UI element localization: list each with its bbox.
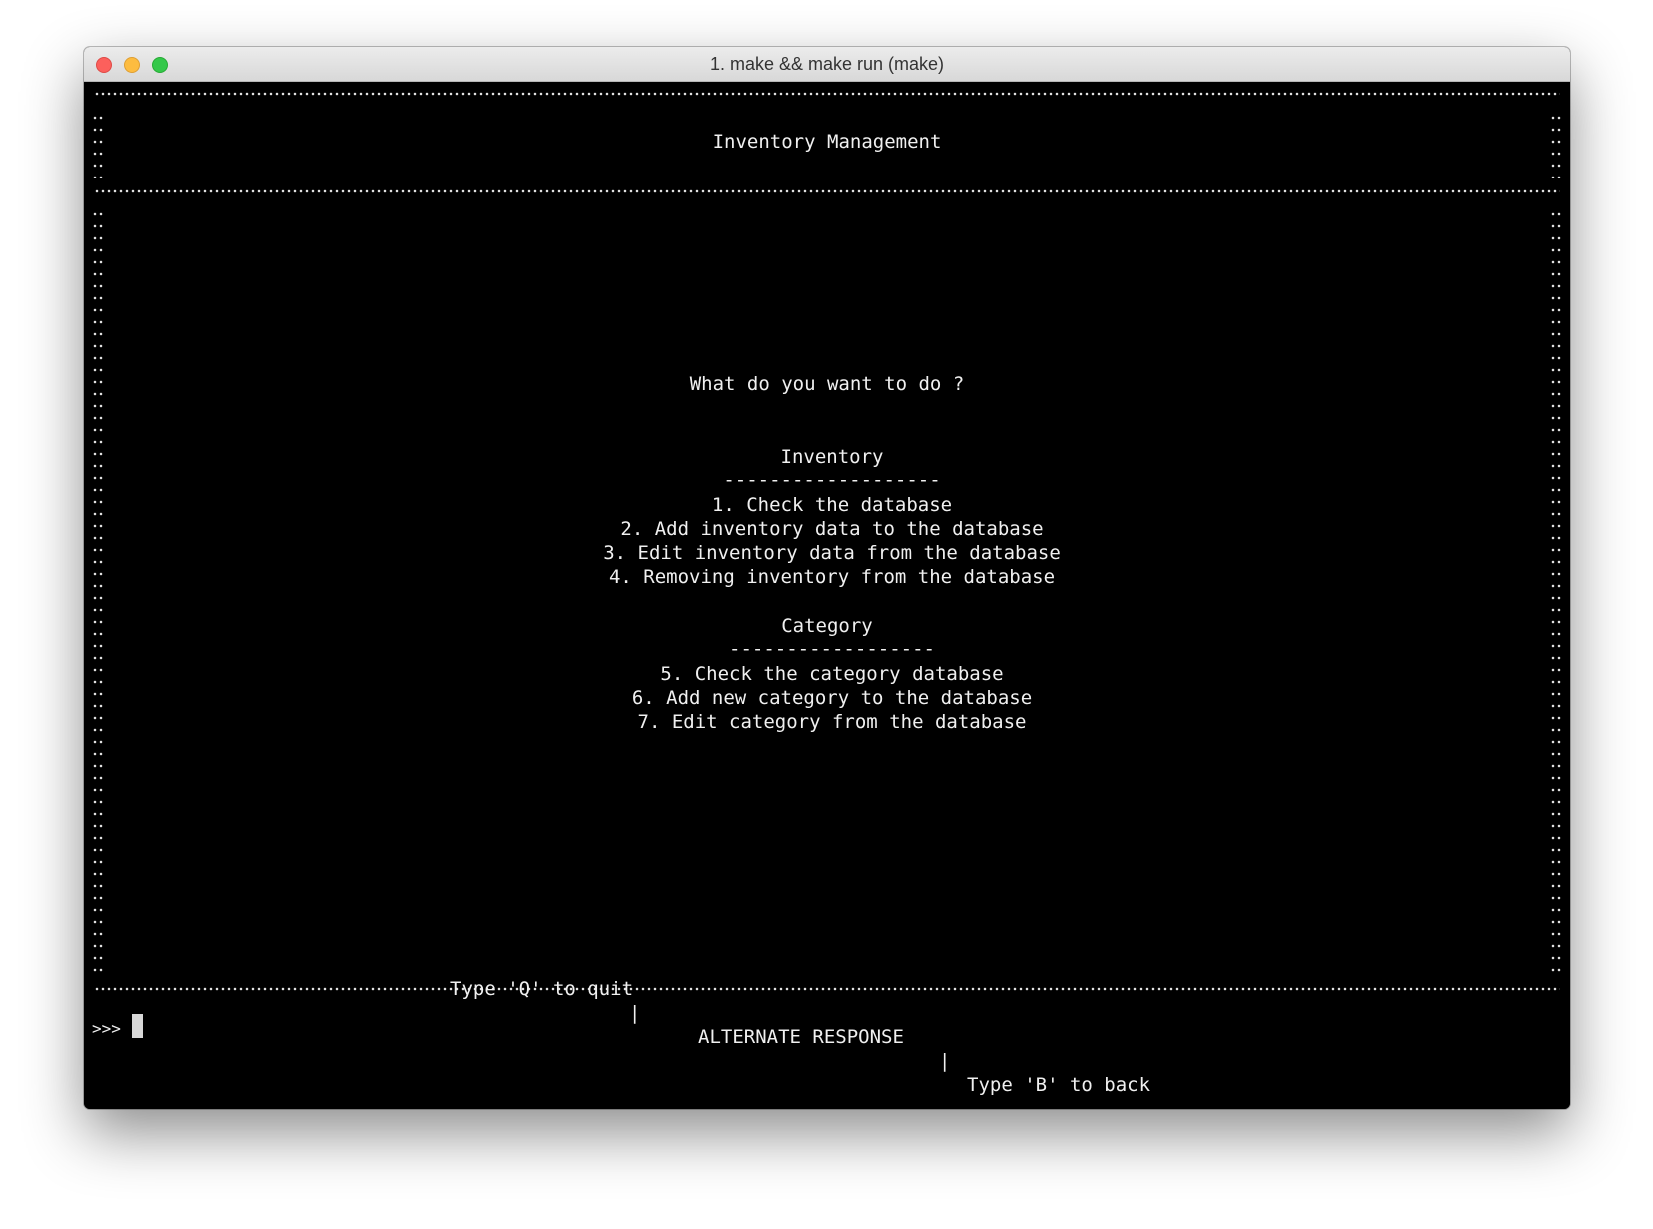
- inventory-heading: Inventory: [780, 446, 884, 468]
- bottom-border: [94, 986, 1560, 992]
- menu-item-add-inventory: 2. Add inventory data to the database: [620, 518, 1044, 540]
- top-border: [94, 91, 1560, 97]
- alternate-response-label: ALTERNATE RESPONSE: [698, 1026, 904, 1048]
- terminal-screen[interactable]: Inventory Management What do you want to…: [84, 82, 1570, 1109]
- command-prompt: >>>: [92, 1019, 121, 1038]
- right-border-body: [1550, 208, 1562, 978]
- menu-item-add-category: 6. Add new category to the database: [631, 687, 1033, 709]
- menu-item-edit-category: 7. Edit category from the database: [637, 711, 1027, 733]
- footer-separator: |: [629, 1002, 641, 1024]
- inventory-rule: -------------------: [723, 469, 941, 491]
- menu-item-remove-inventory: 4. Removing inventory from the database: [608, 566, 1056, 588]
- menu-question: What do you want to do ?: [689, 373, 965, 395]
- back-hint: Type 'B' to back: [967, 1074, 1151, 1096]
- quit-hint: Type 'Q' to quit: [450, 978, 634, 1000]
- window-title: 1. make && make run (make): [709, 54, 945, 74]
- left-border-body: [92, 208, 104, 978]
- app-header: Inventory Management: [712, 131, 942, 153]
- category-rule: ------------------: [729, 638, 935, 660]
- title-bar[interactable]: 1. make && make run (make): [84, 47, 1570, 82]
- menu-item-edit-inventory: 3. Edit inventory data from the database: [603, 542, 1061, 564]
- terminal-window: 1. make && make run (make) Inventory Man…: [84, 47, 1570, 1109]
- footer-bar: Type 'Q' to quit | ALTERNATE RESPONSE | …: [84, 953, 1570, 1096]
- header-divider: [94, 188, 1560, 194]
- footer-separator: |: [939, 1050, 951, 1072]
- menu-item-check-database: 1. Check the database: [711, 494, 953, 516]
- menu-item-check-category: 5. Check the category database: [660, 663, 1004, 685]
- text-cursor[interactable]: [132, 1014, 143, 1038]
- category-heading: Category: [781, 615, 873, 637]
